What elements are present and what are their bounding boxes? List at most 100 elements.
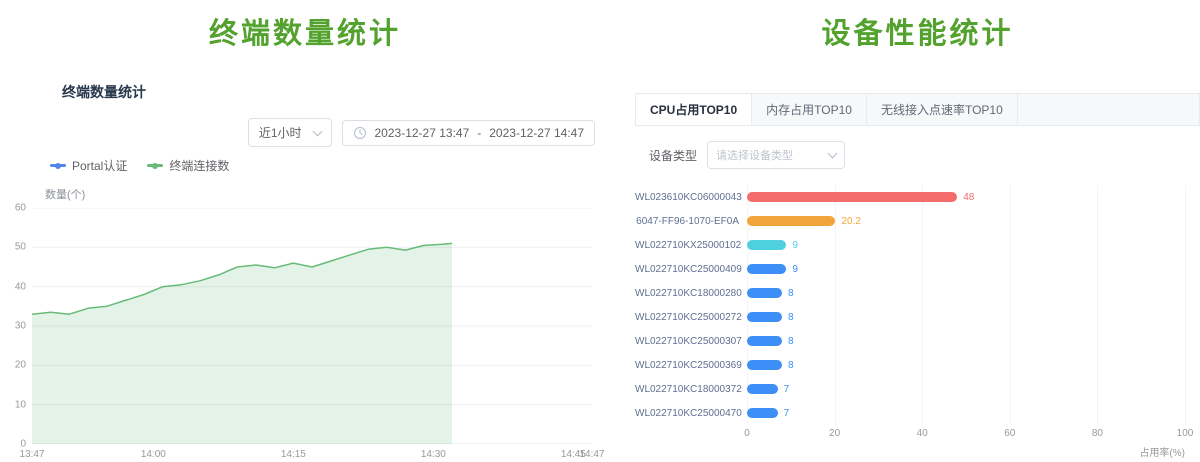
- legend-mark-icon: [147, 164, 163, 167]
- legend-dot-icon: [55, 163, 61, 169]
- bar-value-label: 9: [792, 240, 798, 251]
- device-name-label: WL022710KC18000280: [635, 288, 739, 299]
- x-tick-label: 0: [744, 428, 750, 439]
- bar-row: WL022710KC250002728: [747, 305, 1185, 329]
- legend-mark-icon: [50, 164, 66, 167]
- tab-memory-top10[interactable]: 内存占用TOP10: [752, 94, 867, 125]
- chevron-down-icon: [828, 149, 838, 159]
- device-name-label: WL022710KC25000272: [635, 312, 739, 323]
- bar-value-label: 48: [963, 192, 974, 203]
- line-chart-plot[interactable]: 13:4714:0014:1514:3014:4514:47: [32, 208, 592, 444]
- bar-row: WL022710KC250003078: [747, 329, 1185, 353]
- cpu-usage-bar[interactable]: [747, 384, 778, 394]
- cpu-usage-bar[interactable]: [747, 288, 782, 298]
- bar-x-unit: 占用率(%): [747, 444, 1185, 459]
- legend-label: 终端连接数: [169, 157, 229, 174]
- bar-row: WL022710KC250004707: [747, 401, 1185, 425]
- device-name-label: WL022710KX25000102: [635, 240, 739, 251]
- bar-value-label: 20.2: [841, 216, 860, 227]
- bar-row: WL022710KX250001029: [747, 233, 1185, 257]
- y-tick-label: 30: [15, 321, 26, 332]
- clock-icon: [353, 126, 367, 140]
- x-tick-label: 14:15: [281, 449, 306, 460]
- tab-ap-rate-top10[interactable]: 无线接入点速率TOP10: [867, 94, 1018, 125]
- cpu-usage-bar[interactable]: [747, 192, 957, 202]
- x-tick-label: 80: [1092, 428, 1103, 439]
- cpu-usage-bar[interactable]: [747, 264, 786, 274]
- device-type-placeholder: 请选择设备类型: [716, 147, 793, 163]
- x-tick-label: 20: [829, 428, 840, 439]
- line-chart-yticks: 0102030405060: [0, 208, 32, 444]
- bar-value-label: 8: [788, 288, 794, 299]
- legend-item-terminal-connections[interactable]: 终端连接数: [147, 157, 229, 174]
- y-tick-label: 0: [20, 439, 26, 450]
- time-range-value: 近1小时: [259, 124, 302, 141]
- line-chart-legend: Portal认证 终端连接数: [50, 157, 610, 174]
- date-range-picker[interactable]: 2023-12-27 13:47 - 2023-12-27 14:47: [342, 120, 596, 146]
- x-tick-label: 60: [1004, 428, 1015, 439]
- line-chart-xticks: 13:4714:0014:1514:3014:4514:47: [32, 444, 592, 462]
- y-axis-title: 数量(个): [45, 186, 610, 202]
- device-name-label: WL023610KC06000043: [635, 192, 739, 203]
- terminal-section-title: 终端数量统计: [0, 10, 610, 52]
- legend-label: Portal认证: [72, 157, 127, 174]
- bar-row: 6047-FF96-1070-EF0A20.2: [747, 209, 1185, 233]
- chart-filters: 近1小时 2023-12-27 13:47 - 2023-12-27 14:47: [0, 118, 595, 147]
- cpu-usage-bar[interactable]: [747, 240, 786, 250]
- cpu-usage-bar[interactable]: [747, 408, 778, 418]
- device-type-label: 设备类型: [649, 147, 697, 164]
- device-name-label: 6047-FF96-1070-EF0A: [635, 216, 739, 227]
- bar-row: WL022710KC180003727: [747, 377, 1185, 401]
- x-tick-label: 40: [917, 428, 928, 439]
- bar-value-label: 8: [788, 312, 794, 323]
- bar-x-axis: 020406080100: [747, 428, 1185, 441]
- line-chart: 0102030405060 13:4714:0014:1514:3014:451…: [0, 208, 610, 444]
- terminal-card-title: 终端数量统计: [62, 82, 610, 102]
- y-tick-label: 10: [15, 399, 26, 410]
- cpu-usage-bar[interactable]: [747, 360, 782, 370]
- x-tick-label: 13:47: [19, 449, 44, 460]
- tab-cpu-top10[interactable]: CPU占用TOP10: [636, 94, 752, 125]
- date-separator: -: [477, 126, 481, 140]
- cpu-usage-bar[interactable]: [747, 216, 835, 226]
- device-name-label: WL022710KC18000372: [635, 384, 739, 395]
- bar-row: WL022710KC250003698: [747, 353, 1185, 377]
- bar-plot-area[interactable]: WL023610KC06000043486047-FF96-1070-EF0A2…: [747, 185, 1185, 425]
- bar-row: WL022710KC250004099: [747, 257, 1185, 281]
- time-range-select[interactable]: 近1小时: [248, 118, 332, 147]
- dashboard: 终端数量统计 终端数量统计 近1小时 2023-12-27 13:47 - 20…: [0, 0, 1200, 456]
- device-type-select[interactable]: 请选择设备类型: [707, 141, 845, 169]
- line-chart-svg: [32, 208, 592, 444]
- cpu-bar-chart: WL023610KC06000043486047-FF96-1070-EF0A2…: [635, 185, 1185, 459]
- y-tick-label: 60: [15, 203, 26, 214]
- bar-value-label: 7: [784, 384, 790, 395]
- legend-item-portal-auth[interactable]: Portal认证: [50, 157, 127, 174]
- device-type-filter: 设备类型 请选择设备类型: [649, 141, 1200, 169]
- legend-dot-icon: [152, 163, 158, 169]
- terminal-stats-panel: 终端数量统计 终端数量统计 近1小时 2023-12-27 13:47 - 20…: [0, 0, 610, 456]
- performance-tabs: CPU占用TOP10内存占用TOP10无线接入点速率TOP10: [635, 93, 1200, 126]
- bar-value-label: 7: [784, 408, 790, 419]
- device-name-label: WL022710KC25000307: [635, 336, 739, 347]
- bar-value-label: 9: [792, 264, 798, 275]
- y-tick-label: 50: [15, 242, 26, 253]
- device-name-label: WL022710KC25000369: [635, 360, 739, 371]
- y-tick-label: 20: [15, 360, 26, 371]
- bar-row: WL022710KC180002808: [747, 281, 1185, 305]
- x-tick-label: 100: [1177, 428, 1194, 439]
- date-end: 2023-12-27 14:47: [489, 126, 584, 140]
- x-tick-label: 14:00: [141, 449, 166, 460]
- device-name-label: WL022710KC25000470: [635, 408, 739, 419]
- bar-value-label: 8: [788, 336, 794, 347]
- vertical-gridline: [1185, 185, 1186, 425]
- device-performance-panel: 设备性能统计 CPU占用TOP10内存占用TOP10无线接入点速率TOP10 设…: [635, 0, 1200, 456]
- x-tick-label: 14:47: [579, 449, 604, 460]
- bar-value-label: 8: [788, 360, 794, 371]
- performance-section-title: 设备性能统计: [635, 10, 1200, 52]
- cpu-usage-bar[interactable]: [747, 312, 782, 322]
- chevron-down-icon: [312, 126, 322, 136]
- bar-row: WL023610KC0600004348: [747, 185, 1185, 209]
- device-name-label: WL022710KC25000409: [635, 264, 739, 275]
- y-tick-label: 40: [15, 281, 26, 292]
- cpu-usage-bar[interactable]: [747, 336, 782, 346]
